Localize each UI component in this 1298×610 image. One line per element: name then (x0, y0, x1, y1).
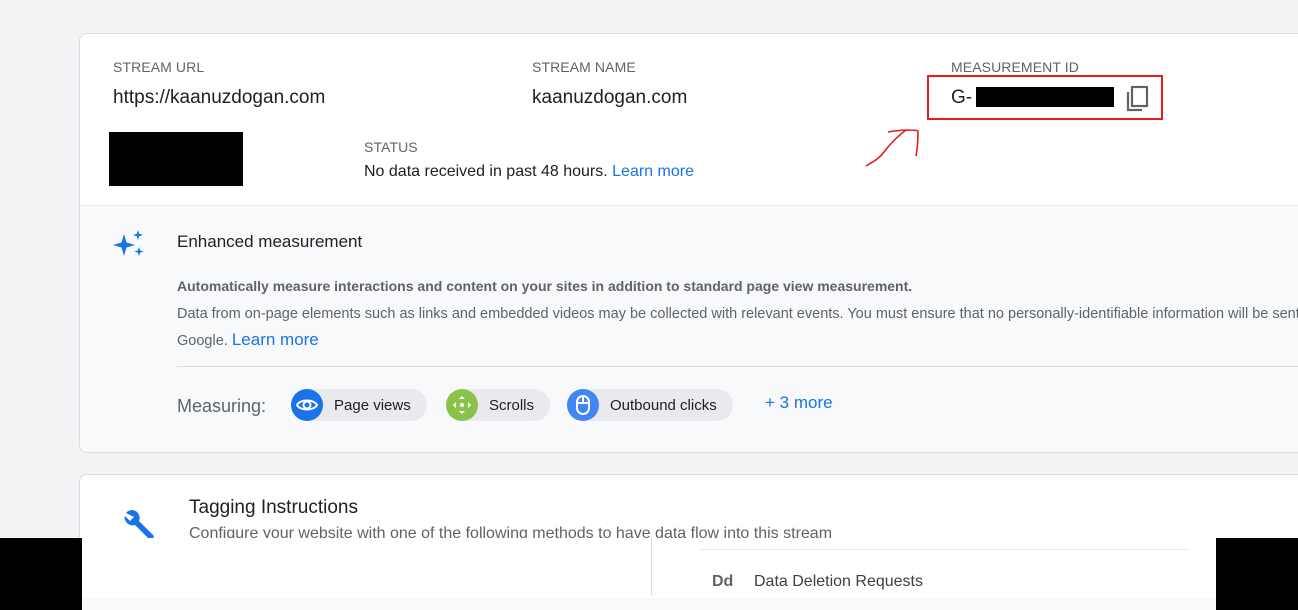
stream-url-label: STREAM URL (113, 59, 205, 75)
scroll-icon (446, 389, 478, 421)
status-message: No data received in past 48 hours. (364, 163, 608, 180)
mouse-icon (567, 389, 599, 421)
overlay-panel: Dd Data Deletion Requests (82, 538, 1216, 610)
tagging-title: Tagging Instructions (189, 497, 358, 518)
enhanced-learn-more-link[interactable]: Learn more (232, 330, 319, 349)
status-label: STATUS (364, 139, 418, 155)
chip-label: Scrolls (489, 396, 535, 414)
chip-outbound-clicks[interactable]: Outbound clicks (567, 389, 733, 421)
more-measurements-link[interactable]: + 3 more (765, 393, 833, 413)
chip-label: Page views (334, 396, 411, 414)
sparkle-icon (113, 228, 147, 267)
data-deletion-icon: Dd (712, 573, 734, 590)
enhanced-measurement-desc: Data from on-page elements such as links… (177, 301, 1298, 354)
annotation-highlight-box (927, 75, 1163, 120)
enhanced-measurement-desc-bold: Automatically measure interactions and c… (177, 278, 913, 294)
chip-label: Outbound clicks (610, 396, 717, 414)
status-learn-more-link[interactable]: Learn more (612, 163, 694, 180)
annotation-arrow (865, 129, 919, 167)
panel-divider-vertical (651, 538, 652, 596)
stream-name-label: STREAM NAME (532, 59, 636, 75)
status-text: No data received in past 48 hours. Learn… (364, 163, 694, 181)
panel-divider-horizontal (700, 549, 1190, 550)
measurement-id-label: MEASUREMENT ID (951, 59, 1079, 75)
enhanced-measurement-desc-text: Data from on-page elements such as links… (177, 306, 1298, 349)
eye-icon (291, 389, 323, 421)
chip-scrolls[interactable]: Scrolls (446, 389, 551, 421)
stream-name-value: kaanuzdogan.com (532, 87, 688, 108)
stream-url-value: https://kaanuzdogan.com (113, 87, 326, 108)
measuring-label: Measuring: (177, 396, 267, 416)
enhanced-measurement-section: Enhanced measurement Automatically measu… (80, 205, 1298, 452)
chip-page-views[interactable]: Page views (291, 389, 427, 421)
panel-footer (82, 598, 1216, 610)
redacted-block (109, 132, 243, 186)
enhanced-measurement-title: Enhanced measurement (177, 232, 363, 251)
data-deletion-requests-item[interactable]: Data Deletion Requests (754, 573, 923, 591)
section-divider (177, 366, 1298, 367)
